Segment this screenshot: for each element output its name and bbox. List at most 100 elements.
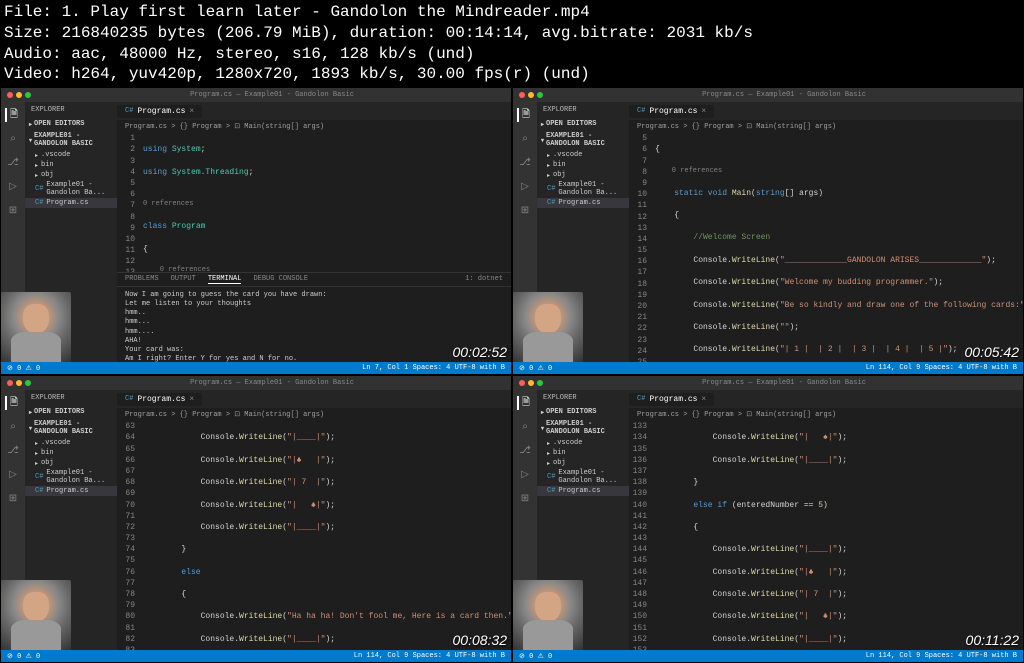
- close-icon[interactable]: [7, 92, 13, 98]
- webcam-overlay: [513, 580, 583, 650]
- editor-tabs: C# Program.cs ×: [117, 102, 511, 120]
- debug-icon[interactable]: ▷: [6, 468, 20, 482]
- git-icon[interactable]: ⎇: [6, 156, 20, 170]
- sidebar-item-program[interactable]: C#Program.cs: [25, 198, 117, 208]
- sidebar-item-bin[interactable]: ▸bin: [25, 160, 117, 170]
- extensions-icon[interactable]: ⊞: [6, 204, 20, 218]
- search-icon[interactable]: ⌕: [6, 132, 20, 146]
- csharp-icon: C#: [125, 107, 133, 115]
- tab-debug-console[interactable]: DEBUG CONSOLE: [253, 275, 308, 284]
- maximize-icon[interactable]: [25, 92, 31, 98]
- status-right[interactable]: Ln 7, Col 1 Spaces: 4 UTF-8 with B: [362, 364, 505, 372]
- file-line: File: 1. Play first learn later - Gandol…: [4, 2, 1020, 23]
- project-section[interactable]: ▾EXAMPLE01 - GANDOLON BASIC: [537, 130, 629, 150]
- git-icon[interactable]: ⎇: [518, 156, 532, 170]
- sidebar-item[interactable]: C#Example01 - Gandolon Ba...: [537, 180, 629, 198]
- tab-program[interactable]: C#Program.cs×: [629, 393, 714, 406]
- maximize-icon[interactable]: [537, 380, 543, 386]
- sidebar-title: EXPLORER: [25, 102, 117, 118]
- debug-icon[interactable]: ▷: [6, 180, 20, 194]
- pane-topright: Program.cs — Example01 - Gandolon Basic …: [512, 87, 1024, 375]
- window-title: Program.cs — Example01 - Gandolon Basic: [39, 91, 505, 99]
- maximize-icon[interactable]: [25, 380, 31, 386]
- explorer-icon[interactable]: 🗎: [5, 396, 19, 410]
- sidebar-item-vscode[interactable]: ▸.vscode: [25, 150, 117, 160]
- line-gutter: 12345678910111213: [117, 133, 139, 272]
- tab-program[interactable]: C#Program.cs×: [117, 393, 202, 406]
- sidebar-item[interactable]: C#Program.cs: [537, 198, 629, 208]
- open-editors-section[interactable]: ▸OPEN EDITORS: [25, 118, 117, 130]
- extensions-icon[interactable]: ⊞: [518, 204, 532, 218]
- explorer-icon[interactable]: 🗎: [5, 108, 19, 122]
- open-editors-section[interactable]: ▸OPEN EDITORS: [537, 118, 629, 130]
- status-left[interactable]: ⊘ 0 ⚠ 0: [7, 364, 40, 373]
- timestamp: 00:02:52: [453, 344, 508, 360]
- git-icon[interactable]: ⎇: [518, 444, 532, 458]
- timestamp: 00:05:42: [965, 344, 1020, 360]
- terminal-shell[interactable]: 1: dotnet: [465, 275, 503, 284]
- pane-bottomright: Program.cs — Example01 - Gandolon Basic …: [512, 375, 1024, 663]
- code-content[interactable]: { 0 references static void Main(string[]…: [651, 133, 1023, 362]
- minimize-icon[interactable]: [16, 380, 22, 386]
- project-section[interactable]: ▾EXAMPLE01 - GANDOLON BASIC: [25, 130, 117, 150]
- code-editor[interactable]: 1331341351361371381391401411421431441451…: [629, 421, 1023, 650]
- file-info-header: File: 1. Play first learn later - Gandol…: [0, 0, 1024, 87]
- tab-close-icon[interactable]: ×: [189, 107, 194, 116]
- terminal-tabs: PROBLEMS OUTPUT TERMINAL DEBUG CONSOLE 1…: [117, 273, 511, 287]
- explorer-icon[interactable]: 🗎: [517, 396, 531, 410]
- minimize-icon[interactable]: [528, 92, 534, 98]
- breadcrumb[interactable]: Program.cs > {} Program > ⊡ Main(string[…: [629, 120, 1023, 133]
- pane-topleft: Program.cs — Example01 - Gandolon Basic …: [0, 87, 512, 375]
- statusbar: ⊘ 0 ⚠ 0 Ln 7, Col 1 Spaces: 4 UTF-8 with…: [1, 362, 511, 374]
- close-icon[interactable]: [7, 380, 13, 386]
- size-line: Size: 216840235 bytes (206.79 MiB), dura…: [4, 23, 1020, 44]
- code-editor[interactable]: 5678910111213141516171819202122232425262…: [629, 133, 1023, 362]
- tab-close-icon[interactable]: ×: [189, 395, 194, 404]
- titlebar: Program.cs — Example01 - Gandolon Basic: [1, 376, 511, 390]
- extensions-icon[interactable]: ⊞: [518, 492, 532, 506]
- debug-icon[interactable]: ▷: [518, 468, 532, 482]
- code-content[interactable]: using System; using System.Threading; 0 …: [139, 133, 511, 272]
- sidebar-item-csproj[interactable]: C#Example01 - Gandolon Ba...: [25, 180, 117, 198]
- git-icon[interactable]: ⎇: [6, 444, 20, 458]
- sidebar-item[interactable]: ▸.vscode: [537, 150, 629, 160]
- minimize-icon[interactable]: [16, 92, 22, 98]
- timestamp: 00:11:22: [966, 632, 1019, 648]
- statusbar: ⊘ 0 ⚠ 0Ln 114, Col 9 Spaces: 4 UTF-8 wit…: [513, 650, 1023, 662]
- explorer-icon[interactable]: 🗎: [517, 108, 531, 122]
- code-editor[interactable]: 6364656667686970717273747576777879808182…: [117, 421, 511, 650]
- editor-area: C# Program.cs × Program.cs > {} Program …: [117, 102, 511, 362]
- webcam-overlay: [1, 292, 71, 362]
- maximize-icon[interactable]: [537, 92, 543, 98]
- titlebar: Program.cs — Example01 - Gandolon Basic: [513, 88, 1023, 102]
- tab-close-icon[interactable]: ×: [701, 395, 706, 404]
- window-title: Program.cs — Example01 - Gandolon Basic: [551, 91, 1017, 99]
- code-editor[interactable]: 12345678910111213 using System; using Sy…: [117, 133, 511, 272]
- sidebar-item-obj[interactable]: ▸obj: [25, 170, 117, 180]
- pane-bottomleft: Program.cs — Example01 - Gandolon Basic …: [0, 375, 512, 663]
- tab-output[interactable]: OUTPUT: [171, 275, 196, 284]
- timestamp: 00:08:32: [453, 632, 508, 648]
- sidebar-item[interactable]: ▸obj: [537, 170, 629, 180]
- search-icon[interactable]: ⌕: [518, 420, 532, 434]
- sidebar-item[interactable]: ▸bin: [537, 160, 629, 170]
- tab-terminal[interactable]: TERMINAL: [208, 275, 242, 284]
- audio-line: Audio: aac, 48000 Hz, stereo, s16, 128 k…: [4, 44, 1020, 65]
- extensions-icon[interactable]: ⊞: [6, 492, 20, 506]
- search-icon[interactable]: ⌕: [518, 132, 532, 146]
- statusbar: ⊘ 0 ⚠ 0Ln 114, Col 9 Spaces: 4 UTF-8 wit…: [1, 650, 511, 662]
- tab-close-icon[interactable]: ×: [701, 107, 706, 116]
- breadcrumb[interactable]: Program.cs > {} Program > ⊡ Main(string[…: [117, 120, 511, 133]
- titlebar: Program.cs — Example01 - Gandolon Basic: [513, 376, 1023, 390]
- webcam-overlay: [1, 580, 71, 650]
- tab-program[interactable]: C# Program.cs ×: [117, 105, 202, 118]
- line-gutter: 5678910111213141516171819202122232425262…: [629, 133, 651, 362]
- close-icon[interactable]: [519, 380, 525, 386]
- statusbar: ⊘ 0 ⚠ 0Ln 114, Col 9 Spaces: 4 UTF-8 wit…: [513, 362, 1023, 374]
- tab-program[interactable]: C#Program.cs×: [629, 105, 714, 118]
- debug-icon[interactable]: ▷: [518, 180, 532, 194]
- minimize-icon[interactable]: [528, 380, 534, 386]
- close-icon[interactable]: [519, 92, 525, 98]
- search-icon[interactable]: ⌕: [6, 420, 20, 434]
- tab-problems[interactable]: PROBLEMS: [125, 275, 159, 284]
